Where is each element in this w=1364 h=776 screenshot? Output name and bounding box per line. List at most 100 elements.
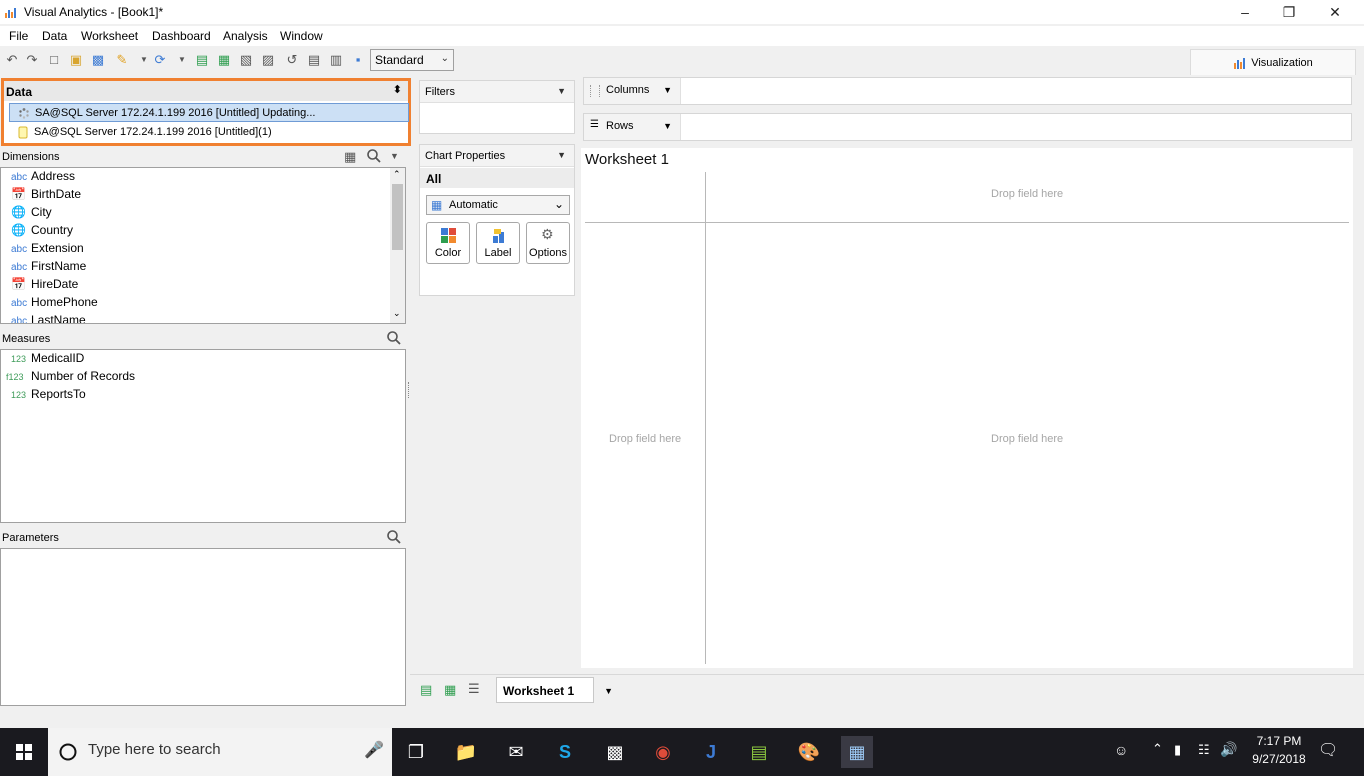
new-dashboard-icon[interactable]: ▦: [444, 682, 456, 698]
new-icon[interactable]: □: [46, 52, 62, 68]
visual-analytics-taskbar-icon[interactable]: ▦: [841, 736, 873, 768]
system-clock[interactable]: 7:17 PM 9/27/2018: [1244, 732, 1314, 768]
skype-icon[interactable]: S: [549, 736, 581, 768]
list-item[interactable]: abc Extension: [11, 241, 84, 259]
rows-drop-zone[interactable]: Drop field here: [609, 433, 681, 445]
list-item[interactable]: abc Address: [11, 169, 75, 187]
volume-icon[interactable]: 🔊: [1220, 741, 1237, 758]
rows-shelf[interactable]: ☰ Rows ▼: [583, 113, 1352, 141]
visualization-icon: [1234, 57, 1246, 69]
windows-start-icon[interactable]: [16, 744, 32, 760]
chevron-down-icon[interactable]: ▼: [663, 85, 672, 95]
sort-descending-icon[interactable]: ▥: [328, 52, 344, 68]
new-worksheet-icon[interactable]: ▤: [420, 682, 432, 698]
search-icon[interactable]: [386, 529, 402, 545]
menu-window[interactable]: Window: [280, 29, 323, 43]
mail-icon[interactable]: ✉: [500, 736, 532, 768]
microphone-icon[interactable]: 🎤: [364, 740, 384, 760]
menu-file[interactable]: File: [9, 29, 28, 43]
duplicate-sheet-icon[interactable]: ▧: [238, 52, 254, 68]
columns-shelf-label[interactable]: Columns ▼: [584, 78, 681, 104]
sheet-list-icon[interactable]: ☰: [468, 681, 480, 697]
notifications-icon[interactable]: 🗨: [1318, 740, 1338, 760]
sort-ascending-icon[interactable]: ▤: [306, 52, 322, 68]
chevron-down-icon[interactable]: ▼: [663, 121, 672, 131]
show-labels-icon[interactable]: ▪: [350, 52, 366, 68]
data-source-item[interactable]: SA@SQL Server 172.24.1.199 2016 [Untitle…: [9, 123, 409, 142]
list-item[interactable]: 🌐 City: [11, 205, 52, 223]
taskbar-search-box[interactable]: Type here to search 🎤: [48, 728, 392, 776]
battery-icon[interactable]: ▮: [1174, 742, 1181, 758]
list-item[interactable]: 123 ReportsTo: [11, 387, 86, 405]
list-item[interactable]: f123 Number of Records: [6, 369, 135, 387]
list-item[interactable]: abc LastName: [11, 313, 86, 323]
restore-button[interactable]: ❐: [1266, 0, 1312, 24]
table-view-icon[interactable]: ▦: [344, 149, 356, 165]
people-icon[interactable]: ☺: [1114, 742, 1128, 758]
task-view-icon[interactable]: ❐: [400, 736, 432, 768]
undo-icon[interactable]: ↶: [4, 52, 20, 68]
columns-shelf[interactable]: Columns ▼: [583, 77, 1352, 105]
search-icon[interactable]: [366, 148, 382, 164]
menu-dashboard[interactable]: Dashboard: [152, 29, 211, 43]
jetbrains-icon[interactable]: J: [695, 736, 727, 768]
mark-type-select[interactable]: ▦ Automatic ⌄: [426, 195, 570, 215]
refresh-icon[interactable]: ⟳: [152, 52, 168, 68]
field-label: MedicalID: [31, 351, 85, 365]
chevron-down-icon[interactable]: ▼: [557, 86, 566, 96]
wifi-icon[interactable]: ☷: [1198, 742, 1210, 758]
scrollbar-thumb[interactable]: [392, 184, 403, 250]
spreadsheet-app-icon[interactable]: ▤: [743, 736, 775, 768]
data-source-item[interactable]: SA@SQL Server 172.24.1.199 2016 [Untitle…: [9, 103, 409, 122]
scroll-down-icon[interactable]: ⌄: [393, 308, 401, 319]
new-dashboard-icon[interactable]: ▦: [216, 52, 232, 68]
list-item[interactable]: abc HomePhone: [11, 295, 98, 313]
dimensions-scrollbar[interactable]: ⌃ ⌄: [390, 168, 405, 323]
properties-tab-all[interactable]: All: [420, 168, 574, 188]
save-icon[interactable]: ▩: [90, 52, 106, 68]
view-mode-select[interactable]: Standard ⌄: [370, 49, 454, 71]
sort-toggle-icon[interactable]: ⬍: [393, 83, 402, 96]
connect-data-icon[interactable]: ✎: [114, 52, 130, 68]
close-button[interactable]: ✕: [1312, 0, 1358, 24]
visualization-tab[interactable]: Visualization: [1190, 49, 1356, 75]
connect-dropdown-icon[interactable]: ▼: [136, 52, 152, 68]
menu-analysis[interactable]: Analysis: [223, 29, 268, 43]
paint-icon[interactable]: 🎨: [793, 736, 825, 768]
minimize-button[interactable]: –: [1222, 0, 1268, 24]
panel-splitter[interactable]: [408, 382, 411, 398]
columns-label: Columns: [606, 84, 650, 96]
chevron-down-icon[interactable]: ▼: [557, 150, 566, 160]
options-button[interactable]: ⚙ Options: [526, 222, 570, 264]
file-explorer-icon[interactable]: 📁: [450, 736, 482, 768]
color-button[interactable]: Color: [426, 222, 470, 264]
menu-data[interactable]: Data: [42, 29, 67, 43]
list-item[interactable]: 📅 BirthDate: [11, 187, 81, 205]
rows-shelf-label[interactable]: ☰ Rows ▼: [584, 114, 681, 140]
list-item[interactable]: 📅 HireDate: [11, 277, 78, 295]
sheet-tab-worksheet-1[interactable]: Worksheet 1 ▼: [496, 677, 613, 703]
chevron-down-icon[interactable]: ▼: [604, 686, 613, 696]
label-button[interactable]: Label: [476, 222, 520, 264]
menu-worksheet[interactable]: Worksheet: [81, 29, 138, 43]
list-item[interactable]: 🌐 Country: [11, 223, 73, 241]
refresh-dropdown-icon[interactable]: ▼: [174, 52, 190, 68]
chrome-icon[interactable]: ◉: [647, 736, 679, 768]
filters-panel[interactable]: Filters ▼: [419, 80, 575, 134]
clear-sheet-icon[interactable]: ▨: [260, 52, 276, 68]
swap-icon[interactable]: ↺: [284, 52, 300, 68]
list-item[interactable]: 123 MedicalID: [11, 351, 84, 369]
chevron-up-icon[interactable]: ⌃: [1152, 741, 1163, 757]
command-prompt-icon[interactable]: ▩: [599, 736, 631, 768]
main-drop-zone[interactable]: Drop field here: [991, 433, 1063, 445]
redo-icon[interactable]: ↷: [24, 52, 40, 68]
scroll-up-icon[interactable]: ⌃: [393, 169, 401, 180]
columns-drop-zone[interactable]: Drop field here: [991, 188, 1063, 200]
date-type-icon: 📅: [11, 187, 26, 201]
chevron-down-icon[interactable]: ▼: [390, 151, 399, 161]
open-folder-icon[interactable]: ▣: [68, 52, 84, 68]
search-icon[interactable]: [386, 330, 402, 346]
list-item[interactable]: abc FirstName: [11, 259, 86, 277]
new-worksheet-icon[interactable]: ▤: [194, 52, 210, 68]
clock-time: 7:17 PM: [1256, 734, 1302, 748]
